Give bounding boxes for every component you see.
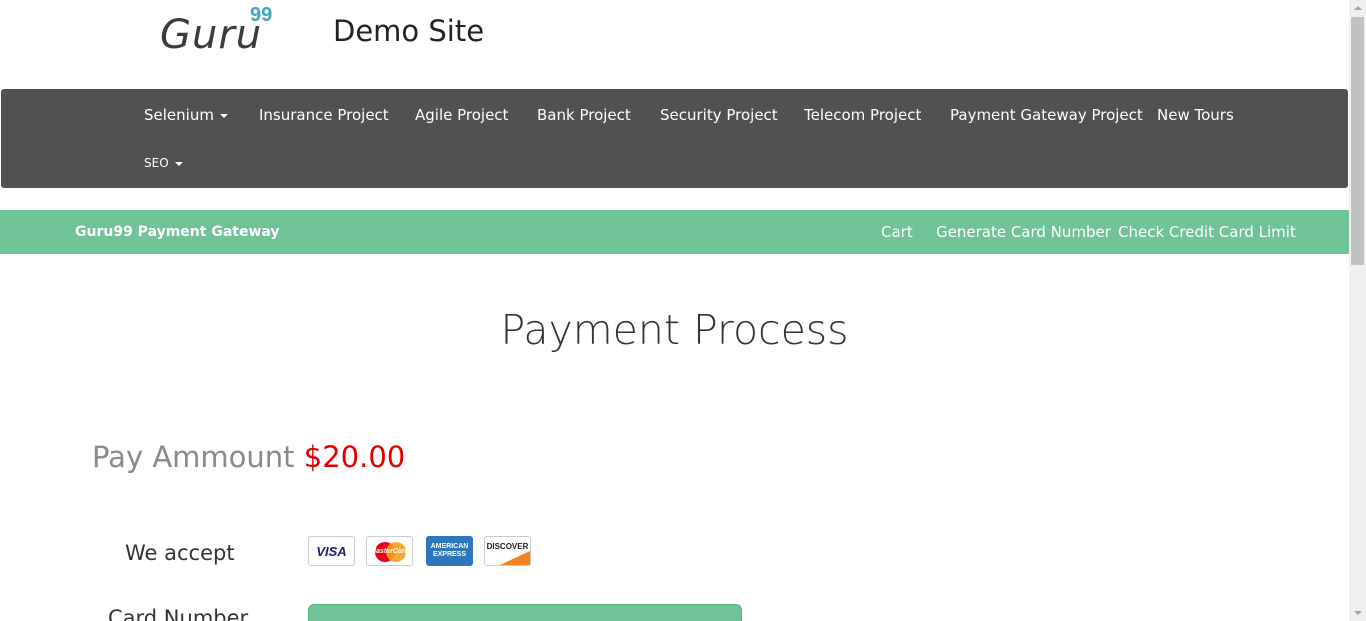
logo-superscript: 99 bbox=[250, 4, 273, 26]
nav-item-seo[interactable]: SEO bbox=[144, 156, 183, 170]
nav-item-telecom-project[interactable]: Telecom Project bbox=[804, 106, 921, 124]
amex-card-icon: AMERICAN EXPRESS bbox=[426, 536, 473, 566]
nav-item-selenium[interactable]: Selenium bbox=[144, 106, 228, 124]
nav-item-agile-project[interactable]: Agile Project bbox=[415, 106, 508, 124]
card-number-label: Card Number bbox=[108, 606, 249, 621]
nav-item-bank-project[interactable]: Bank Project bbox=[537, 106, 631, 124]
pay-amount-value: $20.00 bbox=[303, 440, 406, 474]
nav-item-payment-gateway-project[interactable]: Payment Gateway Project bbox=[950, 106, 1143, 124]
cart-link[interactable]: Cart bbox=[881, 223, 913, 241]
nav-item-insurance-project[interactable]: Insurance Project bbox=[259, 106, 389, 124]
chevron-down-icon bbox=[219, 113, 228, 118]
card-number-input[interactable] bbox=[308, 604, 742, 621]
chevron-down-icon bbox=[174, 161, 183, 166]
scrollbar-thumb[interactable] bbox=[1351, 17, 1364, 265]
nav-item-new-tours[interactable]: New Tours bbox=[1157, 106, 1234, 124]
check-credit-card-limit-link[interactable]: Check Credit Card Limit bbox=[1118, 223, 1296, 241]
site-title: Demo Site bbox=[333, 14, 485, 48]
payment-gateway-navbar: Guru99 Payment Gateway Cart Generate Car… bbox=[0, 210, 1349, 254]
vertical-scrollbar[interactable] bbox=[1349, 0, 1366, 621]
page: Guru 99 Demo Site Selenium Insurance Pro… bbox=[0, 0, 1349, 621]
pay-amount-label: Pay Ammount bbox=[92, 440, 295, 474]
main-nav: Selenium Insurance Project Agile Project… bbox=[1, 89, 1348, 188]
pay-amount: Pay Ammount $20.00 bbox=[92, 440, 405, 474]
guru99-logo[interactable]: Guru 99 bbox=[160, 4, 290, 64]
logo-text: Guru bbox=[160, 12, 263, 58]
generate-card-number-link[interactable]: Generate Card Number bbox=[936, 223, 1111, 241]
page-title: Payment Process bbox=[500, 306, 849, 354]
scroll-up-icon[interactable] bbox=[1354, 6, 1362, 10]
scroll-down-icon[interactable] bbox=[1354, 611, 1362, 615]
discover-card-icon: DISCOVER bbox=[484, 536, 531, 566]
nav-item-security-project[interactable]: Security Project bbox=[660, 106, 778, 124]
we-accept-label: We accept bbox=[125, 541, 235, 565]
gateway-brand-link[interactable]: Guru99 Payment Gateway bbox=[75, 224, 280, 240]
mastercard-icon: MasterCard bbox=[366, 536, 413, 566]
visa-card-icon: VISA bbox=[308, 536, 355, 566]
